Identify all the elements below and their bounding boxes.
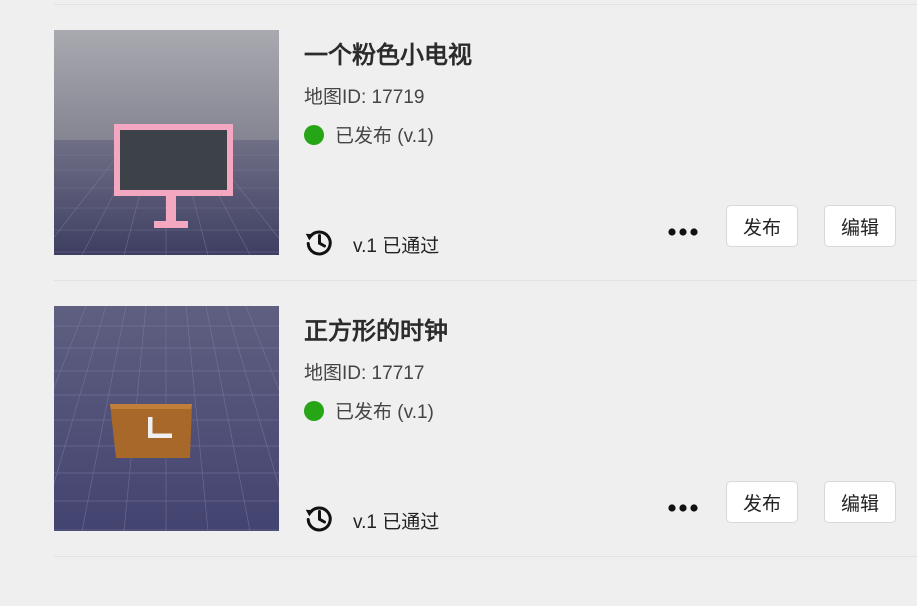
map-title[interactable]: 一个粉色小电视 xyxy=(304,35,472,70)
pink-tv-scene xyxy=(54,30,279,255)
status-dot-icon xyxy=(304,124,324,145)
status-text: 已发布 (v.1) xyxy=(335,402,434,423)
publish-button[interactable]: 发布 xyxy=(726,205,798,247)
status: 已发布 (v.1) xyxy=(304,121,434,148)
more-options-icon[interactable] xyxy=(666,220,700,246)
version-status: v.1 已通过 xyxy=(353,512,440,533)
version-history-icon[interactable] xyxy=(304,503,334,533)
edit-button[interactable]: 编辑 xyxy=(824,481,896,523)
map-id: 地图ID: 17717 xyxy=(304,363,425,384)
version-history-icon[interactable] xyxy=(304,227,334,257)
square-clock-scene xyxy=(54,306,279,531)
map-card: 正方形的时钟 地图ID: 17717 已发布 (v.1) v.1 已通过 发布 … xyxy=(0,281,917,557)
map-title[interactable]: 正方形的时钟 xyxy=(304,311,448,346)
status-text: 已发布 (v.1) xyxy=(335,126,434,147)
edit-button[interactable]: 编辑 xyxy=(824,205,896,247)
status-dot-icon xyxy=(304,400,324,421)
map-thumbnail[interactable] xyxy=(54,306,279,531)
version-status: v.1 已通过 xyxy=(353,236,440,257)
status: 已发布 (v.1) xyxy=(304,397,434,424)
map-card: 一个粉色小电视 地图ID: 17719 已发布 (v.1) v.1 已通过 发布… xyxy=(0,5,917,281)
divider-bottom xyxy=(54,556,917,557)
map-thumbnail[interactable] xyxy=(54,30,279,255)
publish-button[interactable]: 发布 xyxy=(726,481,798,523)
more-options-icon[interactable] xyxy=(666,496,700,522)
map-id: 地图ID: 17719 xyxy=(304,87,425,108)
